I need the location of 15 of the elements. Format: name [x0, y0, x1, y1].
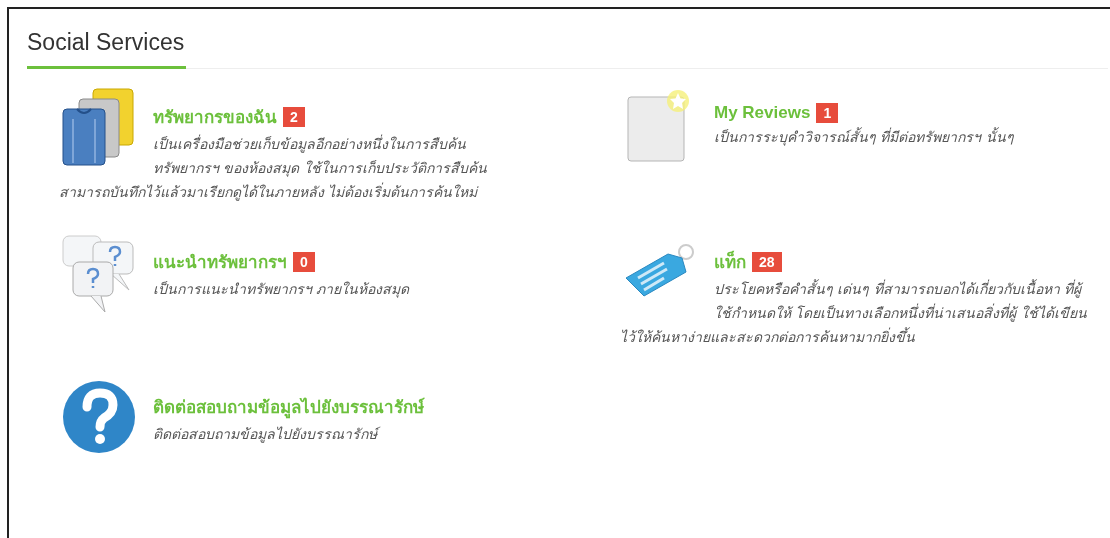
- count-badge: 1: [816, 103, 839, 123]
- item-description: ติดต่อสอบถามข้อมูลไปยังบรรณารักษ์: [59, 422, 529, 446]
- panel-title: Social Services: [27, 29, 187, 69]
- item-title-link[interactable]: My Reviews: [714, 103, 811, 123]
- item-description: เป็นการแนะนำทรัพยากรฯ ภายในห้องสมุด: [152, 280, 411, 300]
- item-description: เป็นการระบุคำวิจารณ์สั้นๆ ที่มีต่อทรัพยากรฯ นั้นๆ: [713, 126, 1015, 148]
- item-title-link[interactable]: แนะนำทรัพยากรฯ: [153, 248, 287, 275]
- item-title-link[interactable]: แท็ก: [714, 248, 746, 275]
- count-badge: 2: [283, 106, 305, 127]
- count-badge: 28: [752, 251, 782, 272]
- item-description: ประโยคหรือคำสั้นๆ เด่นๆ ที่สามารถบอกได้เกี่ยวกับเนื้อหา ที่ผู้ใช้กำหนดให้ โดยเป็นทางเลือกหนึ่งที่น่าเสนอสิ่งที่ผู้ ใช้ได้เขียนไว้ให้ค้นหาง่ายและสะดวกต่อการค้นหามากยิ่งขึ้น: [620, 278, 1088, 347]
- item-title-link[interactable]: ทรัพยากรของฉัน: [153, 103, 277, 130]
- item-description: เป็นเครื่องมือช่วยเก็บข้อมูลอีกอย่างหนึ่งในการสืบค้น ทรัพยากรฯ ของห้องสมุด ใช้ในการเก็บประวัติการสืบค้น สามารถบันทึกไว้แล้วมาเรียกดูได้ในภายหลัง ไม่ต้องเริ่มต้นการค้นใหม่: [59, 133, 488, 203]
- item-title-link[interactable]: ติดต่อสอบถามข้อมูลไปยังบรรณารักษ์: [153, 393, 424, 420]
- count-badge: 0: [293, 251, 315, 272]
